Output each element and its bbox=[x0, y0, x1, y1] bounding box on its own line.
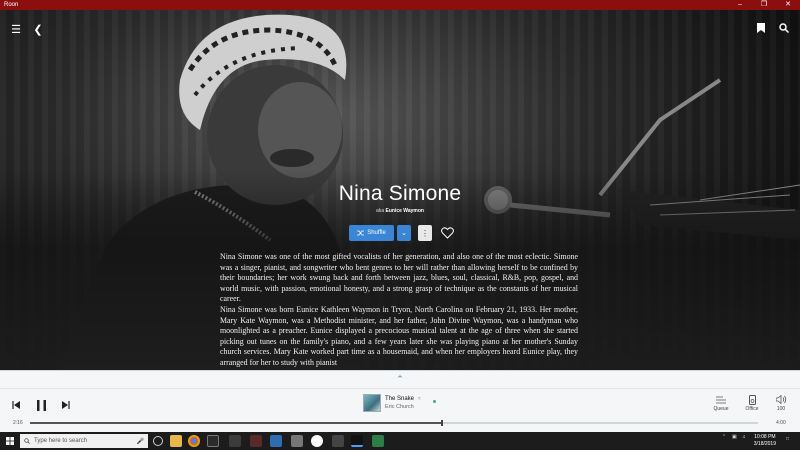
queue-icon bbox=[709, 394, 733, 405]
app-icon[interactable] bbox=[291, 435, 303, 447]
track-artist[interactable]: Eric Church bbox=[385, 403, 414, 411]
minimize-button[interactable]: – bbox=[728, 0, 752, 10]
shuffle-button[interactable]: Shuffle bbox=[349, 225, 394, 241]
elapsed-time: 2:16 bbox=[13, 420, 23, 426]
heart-icon bbox=[440, 227, 454, 239]
taskbar-search-box[interactable]: Type here to search 🎤 bbox=[20, 434, 148, 448]
roon-icon[interactable] bbox=[351, 435, 363, 447]
speaker-zone-icon bbox=[740, 394, 764, 405]
clock-date: 3/18/2019 bbox=[753, 441, 776, 447]
search-icon bbox=[24, 438, 30, 444]
window-title-bar: Roon – ❐ ✕ bbox=[0, 0, 800, 10]
seek-bar[interactable] bbox=[30, 420, 758, 426]
more-options-button[interactable]: ⋮ bbox=[418, 225, 432, 241]
artist-name: Nina Simone bbox=[338, 182, 462, 205]
track-title[interactable]: The Snake bbox=[385, 395, 414, 403]
app-icon[interactable] bbox=[250, 435, 262, 447]
bookmark-icon[interactable] bbox=[753, 22, 769, 38]
artist-hero: ☰ ❮ Nina Simone aka Eunice Waymon Shuffl… bbox=[0, 10, 800, 370]
volume-button[interactable]: 100 bbox=[769, 394, 793, 412]
player-bar: The Snake Eric Church ≈ Queue Office 100… bbox=[0, 388, 800, 432]
start-button[interactable] bbox=[4, 435, 16, 447]
vertical-dots-icon: ⋮ bbox=[421, 228, 429, 238]
chrome-icon[interactable] bbox=[188, 435, 200, 447]
signal-path-icon[interactable]: ≈ bbox=[418, 396, 421, 402]
volume-tray-icon[interactable]: ♫ bbox=[742, 434, 746, 440]
tray-chevron-up-icon[interactable]: ⌃ bbox=[722, 434, 726, 440]
skip-previous-icon bbox=[12, 401, 20, 409]
chevron-up-icon[interactable]: ⌃ bbox=[395, 374, 405, 384]
file-explorer-icon[interactable] bbox=[170, 435, 182, 447]
zone-label: Office bbox=[745, 406, 759, 412]
close-window-button[interactable]: ✕ bbox=[776, 0, 800, 10]
bio-paragraph: Nina Simone was one of the most gifted v… bbox=[220, 252, 578, 304]
back-arrow-icon[interactable]: ❮ bbox=[30, 22, 46, 38]
bio-paragraph: Nina Simone was born Eunice Kathleen Way… bbox=[220, 304, 578, 367]
artist-aka: aka Eunice Waymon bbox=[0, 208, 800, 214]
aka-name: Eunice Waymon bbox=[385, 208, 424, 214]
restore-button[interactable]: ❐ bbox=[752, 0, 776, 10]
artist-biography: Nina Simone was one of the most gifted v… bbox=[220, 252, 578, 369]
aka-prefix: aka bbox=[376, 208, 385, 214]
search-icon[interactable] bbox=[776, 22, 792, 38]
app-icon[interactable] bbox=[270, 435, 282, 447]
expand-player-strip[interactable]: ⌃ bbox=[0, 370, 800, 388]
track-duration: 4:00 bbox=[776, 420, 786, 426]
hamburger-menu-icon[interactable]: ☰ bbox=[8, 22, 24, 38]
seek-handle[interactable] bbox=[441, 420, 444, 426]
shuffle-label: Shuffle bbox=[367, 230, 386, 236]
network-icon[interactable]: ▣ bbox=[732, 434, 737, 440]
next-track-button[interactable] bbox=[59, 398, 73, 412]
artist-actions: Shuffle ⌄ ⋮ bbox=[349, 225, 455, 241]
album-cover[interactable] bbox=[363, 394, 381, 412]
windows-taskbar: Type here to search 🎤 ⌃ ▣ ♫ 10:08 PM 3/1… bbox=[0, 432, 800, 450]
microphone-icon[interactable]: 🎤 bbox=[137, 438, 144, 445]
volume-icon bbox=[769, 394, 793, 405]
app-icon[interactable] bbox=[229, 435, 241, 447]
pause-icon bbox=[36, 399, 46, 411]
shuffle-icon bbox=[357, 230, 365, 236]
clock-time: 10:08 PM bbox=[754, 434, 776, 440]
system-clock[interactable]: 10:08 PM 3/18/2019 bbox=[754, 434, 776, 448]
app-icon[interactable] bbox=[332, 435, 344, 447]
favorite-button[interactable] bbox=[439, 225, 455, 241]
now-playing[interactable]: The Snake Eric Church ≈ bbox=[363, 393, 421, 413]
app-icon[interactable] bbox=[372, 435, 384, 447]
app-icon[interactable] bbox=[207, 435, 219, 447]
skip-next-icon bbox=[62, 401, 70, 409]
pause-button[interactable] bbox=[34, 398, 48, 412]
windows-logo-icon bbox=[6, 437, 14, 445]
notification-center-icon[interactable]: □ bbox=[786, 436, 789, 442]
seek-progress bbox=[30, 422, 443, 424]
google-icon[interactable] bbox=[311, 435, 323, 447]
cortana-icon[interactable] bbox=[153, 436, 163, 446]
queue-label: Queue bbox=[713, 406, 729, 412]
queue-button[interactable]: Queue bbox=[709, 394, 733, 412]
chevron-down-icon: ⌄ bbox=[401, 230, 407, 237]
search-placeholder: Type here to search bbox=[34, 438, 88, 444]
app-title: Roon bbox=[4, 2, 19, 8]
previous-track-button[interactable] bbox=[9, 398, 23, 412]
signal-quality-dot[interactable] bbox=[433, 400, 436, 403]
play-options-dropdown[interactable]: ⌄ bbox=[397, 225, 411, 241]
zone-button[interactable]: Office bbox=[740, 394, 764, 412]
volume-label: 100 bbox=[776, 406, 786, 412]
